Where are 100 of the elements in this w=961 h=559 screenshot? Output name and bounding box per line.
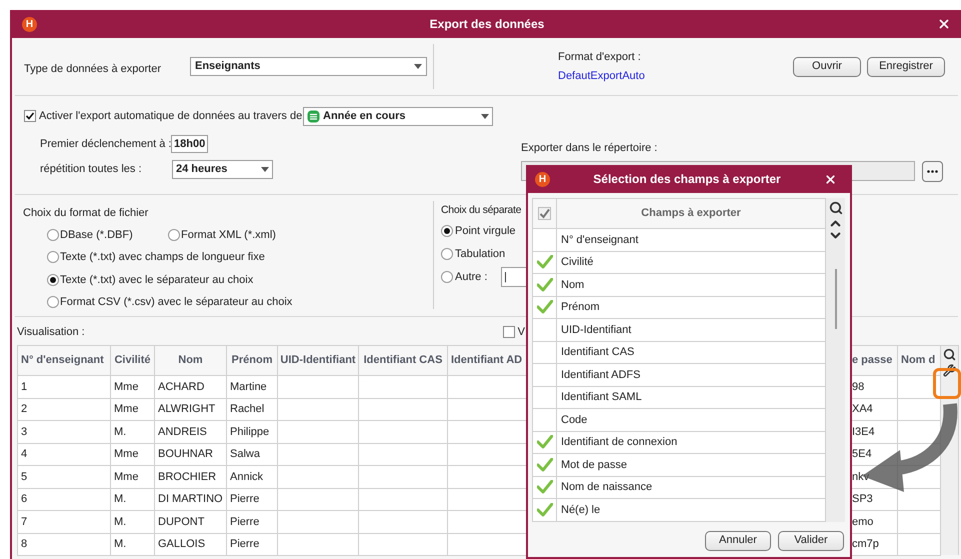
table-cell: Salwa — [227, 444, 278, 466]
type-dropdown[interactable]: Enseignants — [190, 57, 427, 76]
table-cell: Rachel — [227, 398, 278, 421]
select-all-checkbox[interactable] — [538, 207, 551, 220]
checkbox[interactable] — [24, 110, 36, 122]
table-cell: 4 — [18, 444, 111, 466]
section-title: Choix du séparate — [441, 203, 522, 218]
table-cell: Philippe — [227, 421, 278, 444]
table-cell: 1 — [18, 376, 111, 398]
dropdown-caret-icon — [261, 166, 269, 172]
table-cell: Annick — [227, 466, 278, 488]
field-label: Exporter dans le répertoire : — [521, 141, 658, 156]
column-header: Prénom — [227, 346, 278, 376]
check-icon — [536, 458, 552, 472]
check-cell[interactable] — [533, 454, 557, 476]
more-icon — [927, 170, 938, 172]
check-cell[interactable] — [533, 409, 557, 432]
radio-button[interactable] — [47, 228, 59, 241]
check-cell[interactable] — [533, 229, 557, 252]
scrollbar-thumb[interactable] — [834, 269, 836, 329]
dialog-button[interactable]: Ouvrir — [793, 56, 861, 76]
check-icon — [536, 255, 552, 270]
dialog-button[interactable]: Valider — [778, 530, 844, 550]
browse-button[interactable] — [922, 160, 943, 182]
radio-button[interactable] — [441, 270, 453, 283]
dialog-button[interactable]: Enregistrer — [867, 56, 945, 76]
field-label: Type de données à exporter — [24, 62, 162, 78]
check-cell[interactable] — [533, 386, 557, 409]
check-icon — [536, 502, 552, 517]
window-title: Export des données — [428, 16, 546, 33]
time-field[interactable]: 18h00 — [171, 135, 208, 153]
table-cell: ALWRIGHT — [155, 398, 227, 421]
highlight-frame — [933, 368, 961, 399]
table-cell: 2 — [18, 398, 111, 421]
check-cell[interactable] — [533, 364, 557, 386]
radio-label: Tabulation — [455, 246, 506, 262]
close-icon[interactable] — [937, 17, 951, 31]
table-cell: BOUHNAR — [155, 444, 227, 466]
column-header: N° d'enseignant — [18, 346, 111, 376]
radio-label: Point virgule — [455, 224, 516, 238]
dropdown-caret-icon — [481, 114, 489, 118]
search-icon[interactable] — [943, 348, 956, 361]
table-cell: 7 — [18, 511, 111, 534]
table-cell: 8 — [18, 534, 111, 556]
check-cell[interactable] — [533, 342, 557, 364]
radio-button[interactable] — [47, 296, 59, 308]
column-header: UID-Identifiant — [278, 346, 359, 376]
period-dropdown[interactable]: Année en cours — [303, 106, 493, 126]
table-cell: Pierre — [227, 488, 278, 511]
check-icon — [536, 480, 552, 494]
checkbox-label: Activer l'export automatique de données au travers de — [39, 108, 303, 124]
check-cell[interactable] — [533, 476, 557, 499]
radio-button[interactable] — [441, 224, 453, 237]
close-icon[interactable] — [824, 172, 837, 186]
column-header: Civilité — [111, 346, 155, 376]
table-cell: ANDREIS — [155, 421, 227, 444]
section-title: Choix du format de fichier — [23, 206, 150, 221]
check-cell[interactable] — [533, 499, 557, 522]
column-header: Nom — [155, 346, 227, 376]
check-cell[interactable] — [533, 274, 557, 296]
radio-button[interactable] — [441, 248, 453, 260]
check-icon — [536, 300, 552, 314]
dialog-title: Sélection des champs à exporter — [592, 171, 782, 188]
radio-button[interactable] — [168, 228, 180, 241]
table-cell: 3 — [18, 421, 111, 444]
column-header: Identifiant CAS — [359, 346, 448, 376]
radio-label: Format CSV (*.csv) avec le séparateur au choix — [60, 295, 292, 310]
table-cell: M. — [111, 534, 155, 556]
table-cell: Mme — [111, 466, 155, 488]
repeat-dropdown[interactable]: 24 heures — [172, 160, 273, 178]
check-cell[interactable] — [533, 252, 557, 274]
format-link[interactable]: DefautExportAuto — [558, 68, 784, 84]
stack-icon — [307, 110, 320, 122]
table-cell: 5 — [18, 466, 111, 488]
table-cell: M. — [111, 421, 155, 444]
checkbox-label: V — [518, 324, 525, 340]
check-cell[interactable] — [533, 432, 557, 454]
app-logo: H — [535, 172, 550, 186]
table-cell: GALLOIS — [155, 534, 227, 556]
dialog-button[interactable]: Annuler — [705, 530, 771, 550]
table-cell: BROCHIER — [155, 466, 227, 488]
table-cell: 6 — [18, 488, 111, 511]
radio-label: Texte (*.txt) avec champs de longueur fixe — [60, 250, 265, 265]
radio-label: DBase (*.DBF) — [60, 228, 133, 242]
wrench-icon[interactable] — [943, 364, 956, 377]
table-cell: M. — [111, 488, 155, 511]
radio-button[interactable] — [47, 251, 59, 264]
check-icon — [536, 435, 552, 450]
search-icon[interactable] — [828, 201, 842, 215]
check-cell[interactable] — [533, 319, 557, 342]
dropdown-caret-icon — [414, 64, 422, 69]
table-cell: Mme — [111, 444, 155, 466]
checkbox[interactable] — [502, 326, 515, 338]
field-label: répétition toutes les : — [40, 162, 143, 177]
radio-label: Autre : — [455, 270, 488, 284]
radio-button[interactable] — [47, 274, 59, 286]
table-cell: Pierre — [227, 534, 278, 556]
check-cell[interactable] — [533, 296, 557, 319]
table-cell: Martine — [227, 376, 278, 398]
table-cell: DUPONT — [155, 511, 227, 534]
